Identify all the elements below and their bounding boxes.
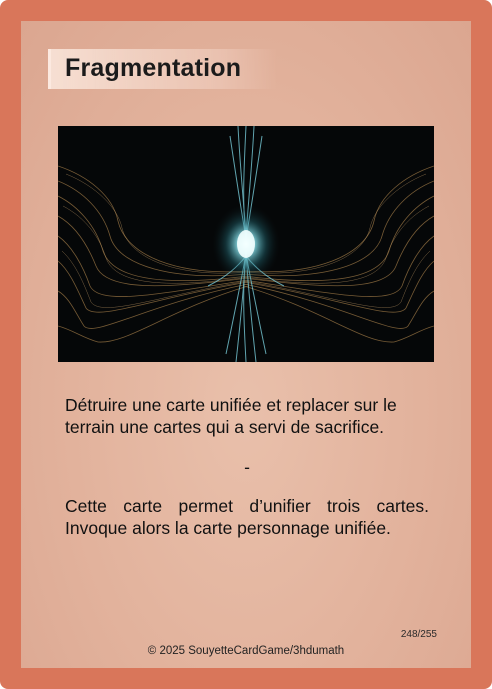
rules-effect: Détruire une carte unifiée et replacer s… [65, 395, 397, 437]
card-panel: Fragmentation Détruire une carte unifiée… [21, 21, 471, 668]
card-illustration [58, 126, 434, 362]
copyright-notice: © 2025 SouyetteCardGame/3hdumath [147, 645, 345, 657]
rules-separator: - [244, 457, 250, 477]
card-title: Fragmentation [65, 54, 242, 82]
card-number: 248/255 [400, 629, 437, 640]
rules-unify: Cette carte permet d’unifier trois carte… [65, 496, 429, 538]
card-frame: Fragmentation Détruire une carte unifiée… [0, 0, 492, 689]
card-rules-text: Détruire une carte unifiée et replacer s… [65, 394, 429, 539]
